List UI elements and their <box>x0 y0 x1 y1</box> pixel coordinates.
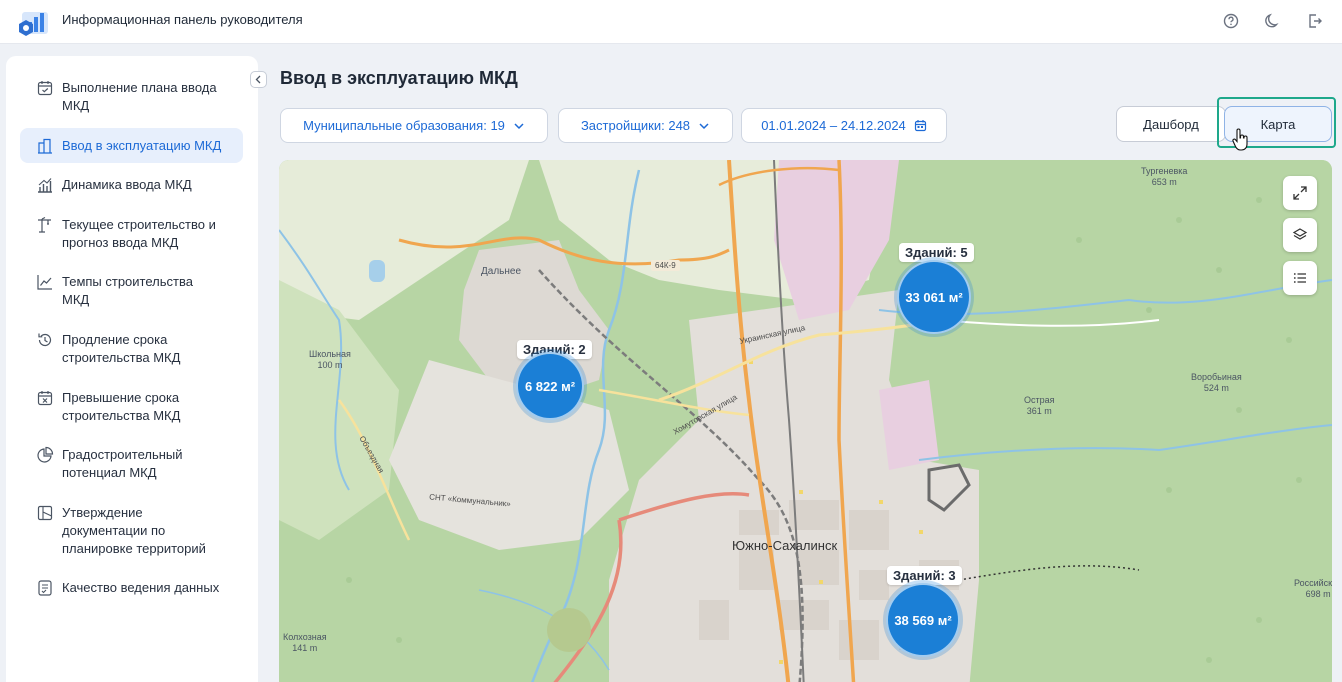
calendar-check-icon <box>37 81 53 96</box>
sidebar-item-overdue[interactable]: Превышение срока строительства МКД <box>20 389 243 425</box>
cluster-marker[interactable]: 33 061 м² <box>897 260 971 334</box>
sidebar-item-planning-docs[interactable]: Утверждение документации по планировке тер… <box>20 504 243 558</box>
map-view[interactable]: 64К-9 Украинская улица СНТ «Коммунальник… <box>279 160 1332 682</box>
place-label: Острая 361 m <box>1024 395 1055 416</box>
map-tiles <box>279 160 1332 682</box>
legend-list-button[interactable] <box>1283 261 1317 295</box>
sidebar-item-label: Качество ведения данных <box>62 580 220 595</box>
hand-cursor-icon <box>1232 128 1248 151</box>
date-range-filter[interactable]: 01.01.2024 – 24.12.2024 <box>741 108 947 143</box>
calendar-icon <box>914 120 926 132</box>
collapse-sidebar-button[interactable] <box>250 71 267 88</box>
municipalities-filter[interactable]: Муниципальные образования: 19 <box>280 108 548 143</box>
place-label: Воробьиная 524 m <box>1191 372 1242 393</box>
bar-chart-icon <box>38 178 52 193</box>
sidebar-item-label: Градостроительный потенциал МКД <box>62 447 183 480</box>
place-label: Колхозная 141 m <box>283 632 327 653</box>
sidebar-item-label: Продление срока строительства МКД <box>62 332 181 365</box>
sidebar-item-label: Превышение срока строительства МКД <box>62 390 181 423</box>
fullscreen-icon <box>1293 186 1307 200</box>
sidebar-item-label: Утверждение документации по планировке тер… <box>62 505 206 556</box>
dashboard-view-button[interactable]: Дашборд <box>1116 106 1226 142</box>
sidebar-item-data-quality[interactable]: Качество ведения данных <box>20 579 243 597</box>
sidebar-item-pace[interactable]: Темпы строительства МКД <box>20 273 243 309</box>
logout-icon[interactable] <box>1306 12 1324 30</box>
chevron-left-icon <box>255 75 261 84</box>
sidebar-item-label: Текущее строительство и прогноз ввода МКД <box>62 217 216 250</box>
page-title: Ввод в эксплуатацию МКД <box>280 68 518 88</box>
moon-icon[interactable] <box>1264 12 1282 30</box>
sidebar-item-commissioning[interactable]: Ввод в эксплуатацию МКД <box>20 128 243 163</box>
cluster-marker[interactable]: 6 822 м² <box>516 352 584 420</box>
checklist-icon <box>38 580 52 596</box>
sidebar-item-label: Выполнение плана ввода МКД <box>62 80 217 113</box>
top-bar: Информационная панель руководителя <box>0 0 1342 44</box>
app-logo-icon <box>19 12 48 36</box>
sidebar-item-label: Ввод в эксплуатацию МКД <box>62 137 222 153</box>
layers-button[interactable] <box>1283 218 1317 252</box>
sidebar-item-dynamics[interactable]: Динамика ввода МКД <box>20 176 243 194</box>
crane-icon <box>38 216 51 233</box>
building-icon <box>38 138 52 154</box>
list-icon <box>1293 273 1306 283</box>
sidebar-item-current-construction[interactable]: Текущее строительство и прогноз ввода МКД <box>20 216 243 252</box>
line-chart-icon <box>37 275 52 290</box>
calendar-x-icon <box>37 391 53 406</box>
sidebar: Выполнение плана ввода МКД Ввод в эксплуа… <box>6 56 258 682</box>
fullscreen-button[interactable] <box>1283 176 1317 210</box>
sidebar-item-label: Динамика ввода МКД <box>62 177 192 192</box>
developers-filter[interactable]: Застройщики: 248 <box>558 108 733 143</box>
place-label: Российская698 m <box>1294 578 1332 599</box>
developers-filter-label: Застройщики: 248 <box>580 118 691 133</box>
sidebar-item-potential[interactable]: Градостроительный потенциал МКД <box>20 446 243 482</box>
municipalities-filter-label: Муниципальные образования: 19 <box>303 118 505 133</box>
layers-icon <box>1292 228 1308 240</box>
chevron-down-icon <box>514 122 524 129</box>
sidebar-item-extension[interactable]: Продление срока строительства МКД <box>20 331 243 367</box>
sidebar-item-plan[interactable]: Выполнение плана ввода МКД <box>20 79 243 115</box>
sidebar-item-label: Темпы строительства МКД <box>62 274 193 307</box>
map-doc-icon <box>37 505 53 521</box>
history-icon <box>38 333 52 347</box>
app-title: Информационная панель руководителя <box>62 12 303 27</box>
pie-chart-icon <box>37 446 54 463</box>
chevron-down-icon <box>699 122 709 129</box>
help-icon[interactable] <box>1222 12 1240 30</box>
place-label: Дальнее <box>481 266 522 277</box>
cluster-marker[interactable]: 38 569 м² <box>886 583 960 657</box>
place-label: Тургеневка 653 m <box>1141 166 1188 187</box>
date-range-label: 01.01.2024 – 24.12.2024 <box>761 118 906 133</box>
road-label: 64К-9 <box>651 260 680 271</box>
place-label: Школьная 100 m <box>309 349 351 370</box>
city-label: Южно-Сахалинск <box>732 538 838 553</box>
